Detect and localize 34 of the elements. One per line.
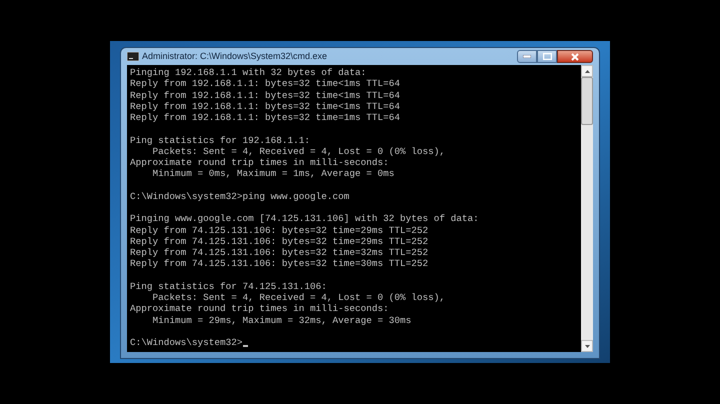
console-line: Approximate round trip times in milli-seconds: — [130, 303, 390, 314]
console-line: Reply from 192.168.1.1: bytes=32 time<1ms TTL=64 — [130, 100, 402, 112]
console-line: Reply from 74.125.131.106: bytes=32 time=29ms TTL=252 — [130, 236, 430, 247]
console-line: Packets: Sent = 4, Received = 4, Lost = 0 (0% loss), — [152, 146, 446, 157]
console-line: Reply from 192.168.1.1: bytes=32 time<1ms TTL=64 — [130, 90, 402, 101]
window-title: Administrator: C:\Windows\System32\cmd.exe — [142, 50, 328, 63]
console-line: Reply from 192.168.1.1: bytes=32 time<1ms TTL=64 — [130, 78, 402, 90]
console-line: Packets: Sent = 4, Received = 4, Lost = 0 (0% loss), — [152, 292, 446, 304]
down-arrow-icon — [584, 344, 590, 348]
console-icon — [127, 52, 139, 61]
console-line: C:\Windows\system32>ping www.google.com — [130, 190, 350, 202]
console-line: Reply from 74.125.131.106: bytes=32 time=32ms TTL=252 — [130, 247, 430, 258]
console-line: Pinging www.google.com [74.125.131.106] with 32 bytes of data: — [130, 213, 480, 224]
minimize-button[interactable] — [517, 50, 537, 63]
minimize-icon — [523, 55, 531, 58]
console-line: Reply from 192.168.1.1: bytes=32 time=1ms TTL=64 — [130, 112, 402, 124]
console-line: Reply from 74.125.131.106: bytes=32 time=29ms TTL=252 — [130, 224, 430, 236]
console-line: Ping statistics for 192.168.1.1: — [130, 134, 312, 146]
console-line: Reply from 74.125.131.106: bytes=32 time=30ms TTL=252 — [130, 258, 430, 270]
maximize-icon — [542, 53, 552, 60]
scroll-down-button[interactable] — [581, 340, 593, 352]
scroll-up-button[interactable] — [581, 65, 593, 77]
console-line: Approximate round trip times in milli-seconds: — [130, 157, 390, 168]
console-line: Ping statistics for 74.125.131.106: — [130, 280, 328, 292]
close-button[interactable] — [557, 50, 593, 63]
maximize-button[interactable] — [537, 50, 557, 63]
close-icon — [571, 52, 579, 60]
console-line: Pinging 192.168.1.1 with 32 bytes of data: — [130, 67, 368, 78]
scroll-thumb[interactable] — [581, 77, 593, 125]
console-line: Minimum = 0ms, Maximum = 1ms, Average = 0ms — [152, 168, 396, 180]
scrollbar[interactable] — [581, 65, 593, 352]
command-prompt: C:\Windows\system32> — [130, 337, 243, 348]
console-line: Minimum = 29ms, Maximum = 32ms, Average = 30ms — [152, 314, 412, 326]
up-arrow-icon — [584, 70, 590, 72]
